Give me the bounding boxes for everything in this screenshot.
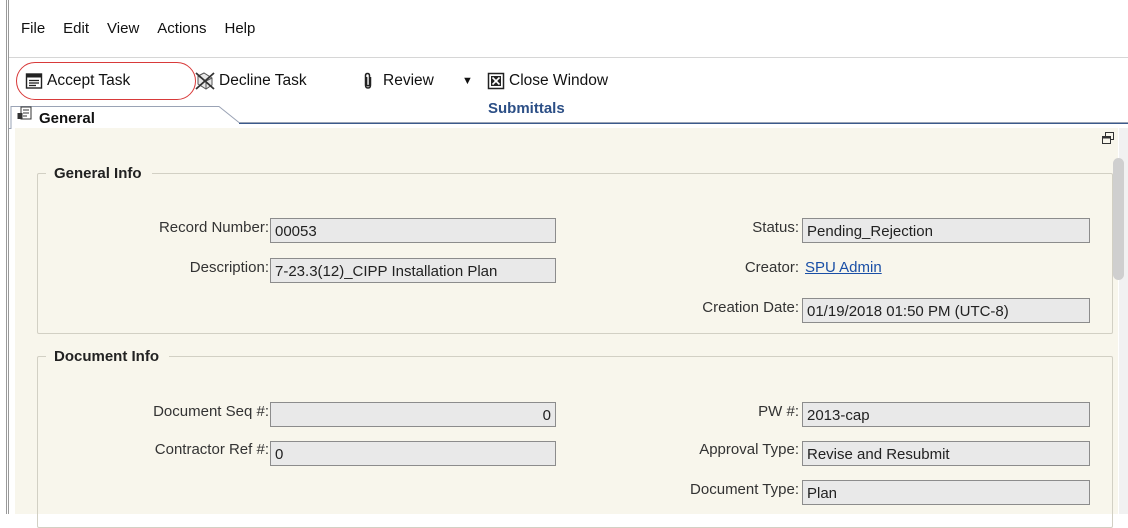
creator-label: Creator: <box>744 259 799 276</box>
menu-help[interactable]: Help <box>224 20 255 37</box>
toolbar: Accept Task Decline Task Review ▼ Close … <box>9 61 1128 101</box>
contractor-ref-label: Contractor Ref #: <box>154 441 269 458</box>
menu-edit[interactable]: Edit <box>63 20 89 37</box>
review-label: Review <box>383 72 434 89</box>
restore-icon[interactable] <box>1102 132 1114 144</box>
app-window: File Edit View Actions Help Accept Task <box>9 0 1128 528</box>
status-field[interactable]: Pending_Rejection <box>802 218 1090 243</box>
document-info-legend: Document Info <box>54 348 159 365</box>
document-seq-field[interactable]: 0 <box>270 402 556 427</box>
close-window-label: Close Window <box>509 72 609 89</box>
accept-task-label: Accept Task <box>47 72 131 89</box>
accept-task-button[interactable]: Accept Task <box>25 67 130 95</box>
window-left-edge <box>0 0 9 514</box>
pw-field[interactable]: 2013-cap <box>802 402 1090 427</box>
description-field[interactable]: 7-23.3(12)_CIPP Installation Plan <box>270 258 556 283</box>
document-type-label: Document Type: <box>690 481 799 498</box>
pw-label: PW #: <box>758 403 799 420</box>
review-dropdown-arrow[interactable]: ▼ <box>462 67 473 95</box>
creation-date-field[interactable]: 01/19/2018 01:50 PM (UTC-8) <box>802 298 1090 323</box>
paperclip-icon <box>361 72 375 90</box>
document-seq-label: Document Seq #: <box>153 403 269 420</box>
submittals-title: Submittals <box>488 100 565 117</box>
description-label: Description: <box>189 259 269 276</box>
contractor-ref-field[interactable]: 0 <box>270 441 556 466</box>
chevron-down-icon: ▼ <box>462 75 473 87</box>
decline-task-label: Decline Task <box>219 72 307 89</box>
tab-outline <box>9 106 1128 129</box>
scrollbar-thumb[interactable] <box>1113 158 1124 280</box>
close-window-button[interactable]: Close Window <box>487 67 608 95</box>
decline-task-icon <box>195 72 215 90</box>
review-button[interactable]: Review <box>361 67 434 95</box>
document-type-field[interactable]: Plan <box>802 480 1090 505</box>
form-icon <box>17 106 33 126</box>
approval-type-label: Approval Type: <box>699 441 799 458</box>
menu-file[interactable]: File <box>21 20 45 37</box>
tab-strip: General Submittals <box>9 100 1128 130</box>
menu-view[interactable]: View <box>107 20 139 37</box>
tab-general-label: General <box>39 109 95 127</box>
general-info-legend: General Info <box>54 165 142 182</box>
decline-task-button[interactable]: Decline Task <box>195 67 307 95</box>
record-number-label: Record Number: <box>158 219 269 236</box>
approval-type-field[interactable]: Revise and Resubmit <box>802 441 1090 466</box>
status-label: Status: <box>752 219 799 236</box>
record-number-field[interactable]: 00053 <box>270 218 556 243</box>
menu-bar: File Edit View Actions Help <box>9 0 1128 58</box>
creation-date-label: Creation Date: <box>702 299 799 316</box>
creator-link[interactable]: SPU Admin <box>805 259 882 276</box>
accept-task-icon <box>25 72 43 90</box>
menu-actions[interactable]: Actions <box>157 20 206 37</box>
close-window-icon <box>487 72 505 90</box>
